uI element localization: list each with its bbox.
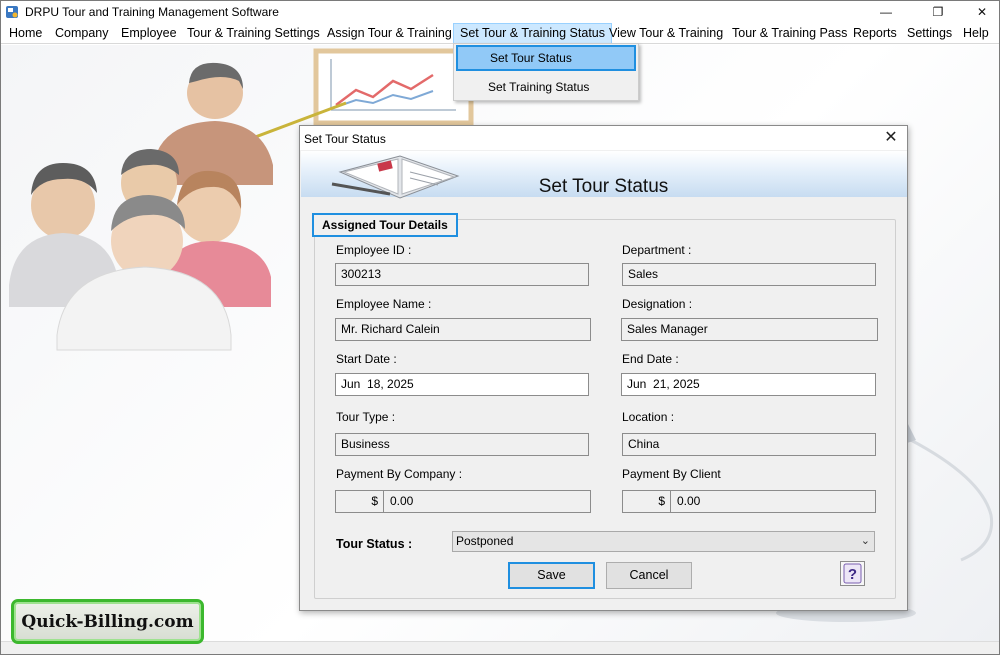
payment-by-company-value: 0.00 [390, 494, 414, 508]
employee-name-field[interactable]: Mr. Richard Calein [335, 318, 591, 341]
brand-text: Quick-Billing.com [21, 612, 194, 632]
currency-symbol: $ [623, 491, 671, 512]
dialog-title: Set Tour Status [304, 132, 386, 146]
app-window: DRPU Tour and Training Management Softwa… [0, 0, 1000, 655]
minimize-button[interactable]: — [863, 1, 909, 23]
menu-assign-tour-training[interactable]: Assign Tour & Training [321, 23, 458, 44]
payment-by-client-field[interactable]: $ 0.00 [622, 490, 876, 513]
window-title: DRPU Tour and Training Management Softwa… [25, 5, 279, 19]
dialog-close-button[interactable]: ✕ [881, 128, 901, 148]
menu-bar: Home Company Employee Tour & Training Se… [1, 23, 999, 44]
department-label: Department : [622, 243, 692, 257]
designation-label: Designation : [622, 297, 693, 311]
tour-status-select[interactable]: Postponed ⌄ [452, 531, 875, 552]
menu-item-set-tour-status[interactable]: Set Tour Status [456, 45, 636, 71]
employee-name-label: Employee Name : [336, 297, 432, 311]
close-window-button[interactable]: ✕ [959, 1, 999, 23]
menu-settings[interactable]: Settings [901, 23, 958, 44]
menu-set-tour-training-status[interactable]: Set Tour & Training Status [453, 23, 612, 44]
menu-view-tour-training[interactable]: View Tour & Training [603, 23, 729, 44]
payment-by-company-field[interactable]: $ 0.00 [335, 490, 591, 513]
menu-tour-training-settings[interactable]: Tour & Training Settings [181, 23, 326, 44]
minimize-icon: — [880, 5, 892, 19]
menu-tour-training-pass[interactable]: Tour & Training Pass [726, 23, 853, 44]
set-tour-status-dialog: Set Tour Status ✕ Set Tour Status Assign… [299, 125, 908, 611]
menu-help[interactable]: Help [957, 23, 995, 44]
menu-home[interactable]: Home [3, 23, 48, 44]
svg-text:?: ? [848, 566, 857, 583]
banner-title: Set Tour Status [538, 176, 669, 197]
menu-item-set-training-status[interactable]: Set Training Status [456, 74, 636, 100]
payment-by-client-value: 0.00 [677, 494, 701, 508]
employee-id-label: Employee ID : [336, 243, 412, 257]
restore-icon: ❐ [932, 5, 944, 19]
location-label: Location : [622, 410, 675, 424]
help-icon: ? [843, 563, 862, 584]
group-title: Assigned Tour Details [312, 213, 458, 237]
menu-reports[interactable]: Reports [847, 23, 903, 44]
title-bar: DRPU Tour and Training Management Softwa… [1, 1, 999, 23]
department-field[interactable]: Sales [622, 263, 876, 286]
designation-field[interactable]: Sales Manager [621, 318, 878, 341]
tour-status-value: Postponed [456, 534, 514, 548]
employee-id-field[interactable]: 300213 [335, 263, 589, 286]
payment-by-client-label: Payment By Client [622, 467, 721, 481]
help-button[interactable]: ? [840, 561, 865, 586]
tour-type-field[interactable]: Business [335, 433, 589, 456]
menu-company[interactable]: Company [49, 23, 115, 44]
maximize-button[interactable]: ❐ [915, 1, 961, 23]
tour-type-label: Tour Type : [336, 410, 396, 424]
app-logo-icon [6, 6, 18, 18]
quick-billing-logo: Quick-Billing.com [11, 599, 204, 644]
currency-symbol: $ [336, 491, 384, 512]
dialog-title-bar: Set Tour Status ✕ [300, 126, 907, 150]
close-icon: ✕ [976, 5, 988, 19]
save-button[interactable]: Save [508, 562, 595, 589]
status-menu-dropdown: Set Tour Status Set Training Status [453, 43, 639, 101]
cancel-button[interactable]: Cancel [606, 562, 692, 589]
payment-by-company-label: Payment By Company : [336, 467, 463, 481]
tour-status-label: Tour Status : [336, 537, 413, 551]
chevron-down-icon: ⌄ [860, 535, 870, 547]
start-date-picker[interactable]: Jun 18, 2025 [335, 373, 589, 396]
menu-employee[interactable]: Employee [115, 23, 183, 44]
start-date-label: Start Date : [336, 352, 397, 366]
end-date-picker[interactable]: Jun 21, 2025 [621, 373, 876, 396]
location-field[interactable]: China [622, 433, 876, 456]
end-date-label: End Date : [622, 352, 679, 366]
